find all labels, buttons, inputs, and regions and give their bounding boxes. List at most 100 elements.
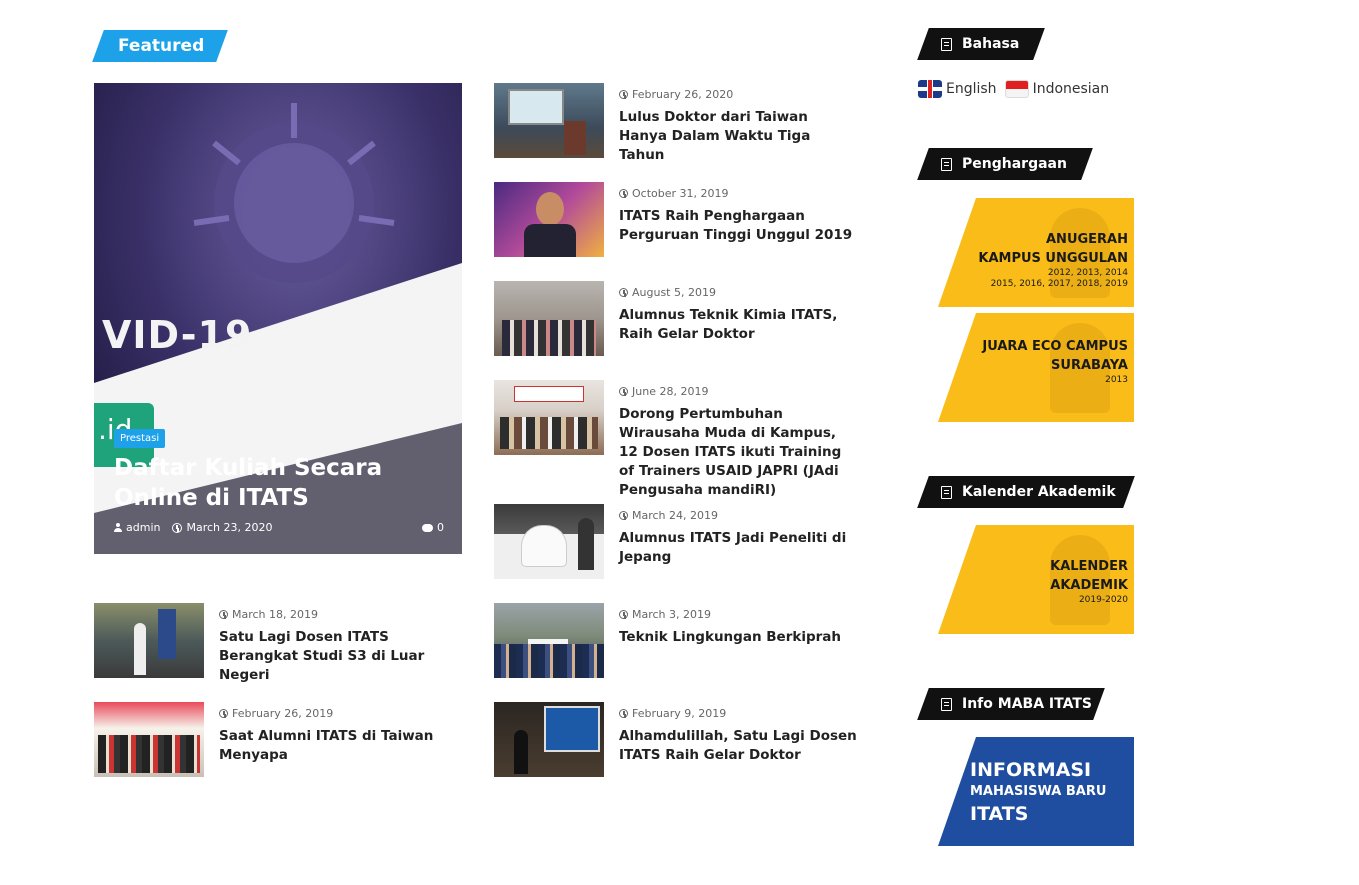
language-english-label: English (946, 81, 997, 97)
document-icon (941, 697, 952, 711)
post-title[interactable]: Lulus Doktor dari Taiwan Hanya Dalam Wak… (619, 108, 859, 165)
kalender-title-text: Kalender Akademik (962, 484, 1116, 500)
language-indonesian[interactable]: Indonesian (1004, 80, 1110, 98)
post-item[interactable]: February 26, 2020 Lulus Doktor dari Taiw… (494, 83, 859, 165)
banner-line: JUARA ECO CAMPUS (982, 339, 1128, 354)
hero-meta: admin March 23, 2020 0 (114, 521, 444, 534)
featured-hero-card[interactable]: VID-19 .id Prestasi Daftar Kuliah Secara… (94, 83, 462, 554)
post-thumbnail[interactable] (94, 702, 204, 777)
post-title[interactable]: Alhamdulillah, Satu Lagi Dosen ITATS Rai… (619, 727, 859, 765)
banner-line: ANUGERAH (1046, 232, 1128, 247)
post-date: February 26, 2019 (219, 707, 459, 720)
featured-label-text: Featured (118, 36, 205, 56)
post-date-text: March 18, 2019 (232, 608, 319, 621)
bahasa-widget-title: Bahasa (917, 28, 1045, 60)
post-date-text: June 28, 2019 (632, 385, 709, 398)
banner-line: KALENDER (1050, 559, 1128, 574)
post-thumbnail[interactable] (494, 702, 604, 777)
post-thumbnail[interactable] (494, 603, 604, 678)
post-item[interactable]: August 5, 2019 Alumnus Teknik Kimia ITAT… (494, 281, 859, 356)
maba-title-text: Info MABA ITATS (962, 696, 1092, 712)
post-item[interactable]: March 24, 2019 Alumnus ITATS Jadi Peneli… (494, 504, 859, 579)
post-title[interactable]: Alumnus Teknik Kimia ITATS, Raih Gelar D… (619, 306, 859, 344)
clock-icon (619, 610, 628, 619)
document-icon (941, 37, 952, 51)
hero-image-text: VID-19 (102, 313, 253, 357)
hero-date: March 23, 2020 (172, 521, 272, 534)
maba-widget-title: Info MABA ITATS (917, 688, 1105, 720)
featured-section-label: Featured (92, 30, 228, 62)
post-title[interactable]: Saat Alumni ITATS di Taiwan Menyapa (219, 727, 459, 765)
post-thumbnail[interactable] (494, 182, 604, 257)
post-date-text: February 26, 2019 (232, 707, 334, 720)
clock-icon (619, 189, 628, 198)
clock-icon (172, 522, 183, 533)
info-maba-banner[interactable]: INFORMASI MAHASISWA BARU ITATS (938, 737, 1134, 846)
post-title[interactable]: ITATS Raih Penghargaan Perguruan Tinggi … (619, 207, 859, 245)
post-date-text: August 5, 2019 (632, 286, 716, 299)
post-date: June 28, 2019 (619, 385, 859, 398)
penghargaan-widget-title: Penghargaan (917, 148, 1093, 180)
award-banner-text: ANUGERAH KAMPUS UNGGULAN 2012, 2013, 201… (978, 230, 1128, 290)
clock-icon (619, 387, 628, 396)
kalender-widget-title: Kalender Akademik (917, 476, 1135, 508)
post-date: February 9, 2019 (619, 707, 859, 720)
banner-line: INFORMASI (970, 759, 1092, 781)
post-thumbnail[interactable] (94, 603, 204, 678)
hero-comment-count: 0 (437, 521, 444, 534)
category-badge[interactable]: Prestasi (114, 429, 166, 448)
banner-line: 2012, 2013, 2014 (1047, 268, 1128, 278)
post-date: October 31, 2019 (619, 187, 859, 200)
bahasa-title-text: Bahasa (962, 36, 1020, 52)
award-banner-kampus-unggulan[interactable]: ANUGERAH KAMPUS UNGGULAN 2012, 2013, 201… (938, 198, 1134, 307)
comment-icon (422, 523, 433, 532)
hero-author-name: admin (126, 521, 161, 534)
kalender-akademik-banner[interactable]: KALENDER AKADEMIK 2019-2020 (938, 525, 1134, 634)
post-title[interactable]: Dorong Pertumbuhan Wirausaha Muda di Kam… (619, 405, 859, 500)
post-item[interactable]: March 18, 2019 Satu Lagi Dosen ITATS Ber… (94, 603, 459, 685)
en-flag-icon (918, 80, 942, 98)
post-item[interactable]: February 26, 2019 Saat Alumni ITATS di T… (94, 702, 459, 777)
language-english[interactable]: English (918, 80, 997, 98)
clock-icon (219, 610, 228, 619)
penghargaan-title-text: Penghargaan (962, 156, 1067, 172)
post-date: March 3, 2019 (619, 608, 859, 621)
banner-line: 2019-2020 (1078, 595, 1128, 605)
post-date-text: March 24, 2019 (632, 509, 719, 522)
post-thumbnail[interactable] (494, 380, 604, 455)
post-title[interactable]: Teknik Lingkungan Berkiprah (619, 628, 859, 647)
post-item[interactable]: June 28, 2019 Dorong Pertumbuhan Wirausa… (494, 380, 859, 500)
banner-line: MAHASISWA BARU (970, 784, 1107, 799)
maba-banner-text: INFORMASI MAHASISWA BARU ITATS (970, 757, 1106, 827)
banner-line: 2015, 2016, 2017, 2018, 2019 (990, 279, 1128, 289)
post-item[interactable]: October 31, 2019 ITATS Raih Penghargaan … (494, 182, 859, 257)
post-thumbnail[interactable] (494, 504, 604, 579)
hero-comments[interactable]: 0 (422, 521, 444, 534)
kalender-banner-text: KALENDER AKADEMIK 2019-2020 (1050, 557, 1128, 606)
post-date: February 26, 2020 (619, 88, 859, 101)
post-item[interactable]: February 9, 2019 Alhamdulillah, Satu Lag… (494, 702, 859, 777)
hero-author[interactable]: admin (114, 521, 160, 534)
post-date-text: February 26, 2020 (632, 88, 734, 101)
banner-line: ITATS (970, 803, 1029, 825)
hero-title[interactable]: Daftar Kuliah Secara Online di ITATS (114, 453, 444, 513)
post-thumbnail[interactable] (494, 281, 604, 356)
clock-icon (619, 288, 628, 297)
post-thumbnail[interactable] (494, 83, 604, 158)
clock-icon (619, 709, 628, 718)
post-date: March 24, 2019 (619, 509, 859, 522)
post-date: March 18, 2019 (219, 608, 459, 621)
hero-date-text: March 23, 2020 (186, 521, 273, 534)
post-title[interactable]: Satu Lagi Dosen ITATS Berangkat Studi S3… (219, 628, 459, 685)
clock-icon (219, 709, 228, 718)
post-title[interactable]: Alumnus ITATS Jadi Peneliti di Jepang (619, 529, 859, 567)
banner-line: 2013 (1105, 375, 1128, 385)
post-item[interactable]: March 3, 2019 Teknik Lingkungan Berkipra… (494, 603, 859, 678)
award-banner-eco-campus[interactable]: JUARA ECO CAMPUS SURABAYA 2013 (938, 313, 1134, 422)
language-indonesian-label: Indonesian (1032, 81, 1110, 97)
clock-icon (619, 511, 628, 520)
clock-icon (619, 90, 628, 99)
document-icon (941, 157, 952, 171)
banner-line: SURABAYA (1051, 358, 1128, 373)
banner-line: KAMPUS UNGGULAN (978, 251, 1128, 266)
